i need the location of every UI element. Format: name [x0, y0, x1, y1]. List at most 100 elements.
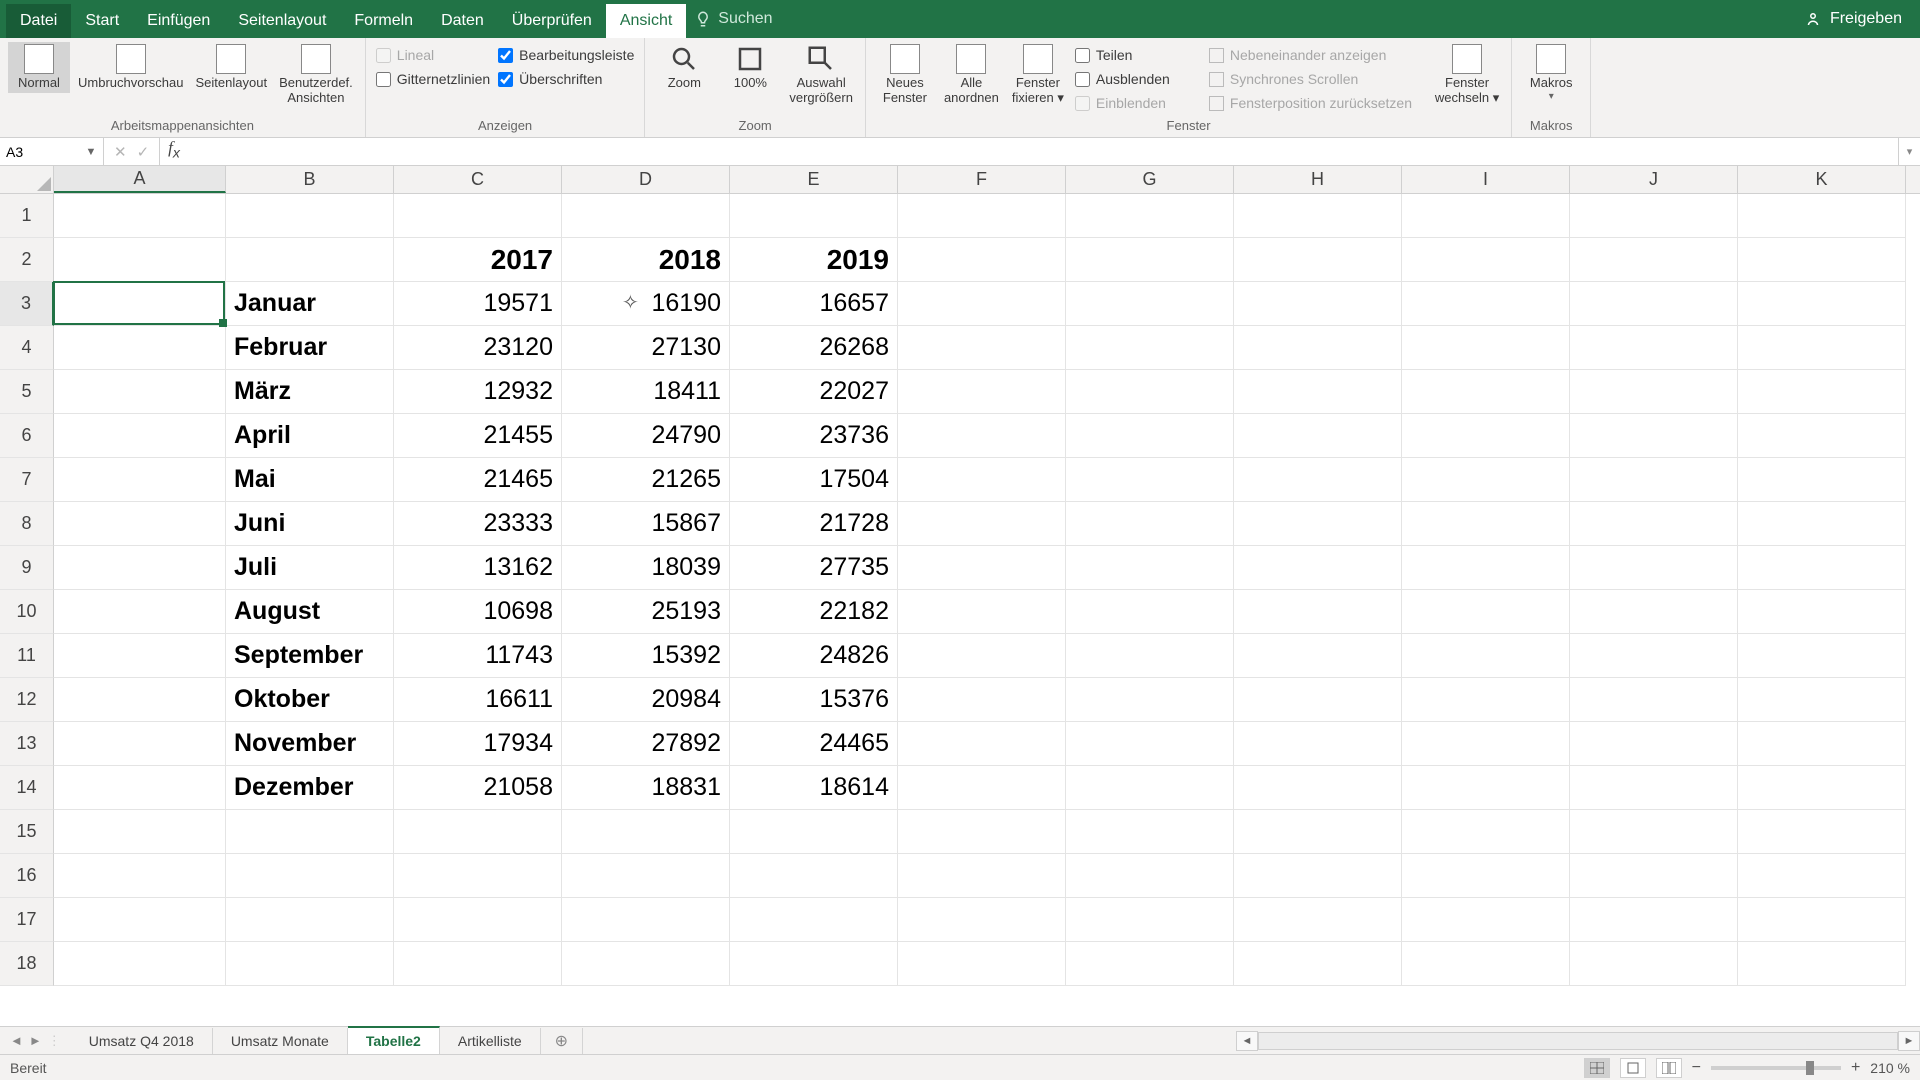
zoom-button[interactable]: Zoom	[653, 42, 715, 93]
cell-K9[interactable]	[1738, 546, 1906, 590]
cell-A4[interactable]	[54, 326, 226, 370]
sheet-tab-add[interactable]: ⊕	[541, 1028, 583, 1054]
row-header-18[interactable]: 18	[0, 942, 54, 986]
view-normal-button[interactable]: Normal	[8, 42, 70, 93]
cell-I1[interactable]	[1402, 194, 1570, 238]
cell-C15[interactable]	[394, 810, 562, 854]
cell-H17[interactable]	[1234, 898, 1402, 942]
cell-B10[interactable]: August	[226, 590, 394, 634]
cell-C10[interactable]: 10698	[394, 590, 562, 634]
cell-A5[interactable]	[54, 370, 226, 414]
macros-button[interactable]: Makros▾	[1520, 42, 1582, 104]
cell-K3[interactable]	[1738, 282, 1906, 326]
cell-H10[interactable]	[1234, 590, 1402, 634]
column-header-J[interactable]: J	[1570, 166, 1738, 193]
cell-H14[interactable]	[1234, 766, 1402, 810]
cell-K12[interactable]	[1738, 678, 1906, 722]
cell-B12[interactable]: Oktober	[226, 678, 394, 722]
cell-J17[interactable]	[1570, 898, 1738, 942]
zoom-selection-button[interactable]: Auswahl vergrößern	[785, 42, 857, 108]
share-button[interactable]: Freigeben	[1804, 10, 1902, 28]
cell-C2[interactable]: 2017	[394, 238, 562, 282]
column-header-E[interactable]: E	[730, 166, 898, 193]
cell-G15[interactable]	[1066, 810, 1234, 854]
cell-H8[interactable]	[1234, 502, 1402, 546]
cell-H15[interactable]	[1234, 810, 1402, 854]
cell-I6[interactable]	[1402, 414, 1570, 458]
cell-D14[interactable]: 18831	[562, 766, 730, 810]
cell-B17[interactable]	[226, 898, 394, 942]
cell-E7[interactable]: 17504	[730, 458, 898, 502]
row-header-1[interactable]: 1	[0, 194, 54, 238]
cell-D8[interactable]: 15867	[562, 502, 730, 546]
cell-F4[interactable]	[898, 326, 1066, 370]
switch-windows-button[interactable]: Fensterwechseln ▾	[1431, 42, 1503, 108]
zoom-slider[interactable]	[1711, 1066, 1841, 1070]
cell-A8[interactable]	[54, 502, 226, 546]
checkbox[interactable]	[1075, 72, 1090, 87]
cell-C12[interactable]: 16611	[394, 678, 562, 722]
sheet-nav-prev-icon[interactable]: ◄	[10, 1033, 23, 1048]
cell-A12[interactable]	[54, 678, 226, 722]
cell-G1[interactable]	[1066, 194, 1234, 238]
cell-H7[interactable]	[1234, 458, 1402, 502]
cell-A13[interactable]	[54, 722, 226, 766]
row-header-3[interactable]: 3	[0, 282, 54, 326]
cell-A6[interactable]	[54, 414, 226, 458]
cell-J5[interactable]	[1570, 370, 1738, 414]
cell-G3[interactable]	[1066, 282, 1234, 326]
cell-B3[interactable]: Januar	[226, 282, 394, 326]
cell-D12[interactable]: 20984	[562, 678, 730, 722]
cell-C18[interactable]	[394, 942, 562, 986]
cell-B8[interactable]: Juni	[226, 502, 394, 546]
cell-C3[interactable]: 19571	[394, 282, 562, 326]
cell-B4[interactable]: Februar	[226, 326, 394, 370]
chk-split[interactable]: Teilen	[1073, 44, 1203, 66]
cell-F9[interactable]	[898, 546, 1066, 590]
cell-B16[interactable]	[226, 854, 394, 898]
cell-A7[interactable]	[54, 458, 226, 502]
cell-F13[interactable]	[898, 722, 1066, 766]
column-header-A[interactable]: A	[54, 166, 226, 193]
scroll-track[interactable]	[1258, 1032, 1898, 1050]
cell-J16[interactable]	[1570, 854, 1738, 898]
cell-D11[interactable]: 15392	[562, 634, 730, 678]
cell-G16[interactable]	[1066, 854, 1234, 898]
cell-G7[interactable]	[1066, 458, 1234, 502]
cell-K18[interactable]	[1738, 942, 1906, 986]
cell-I10[interactable]	[1402, 590, 1570, 634]
chk-formula-bar[interactable]: Bearbeitungsleiste	[496, 44, 636, 66]
cell-G4[interactable]	[1066, 326, 1234, 370]
zoom-thumb[interactable]	[1806, 1061, 1814, 1075]
cell-E9[interactable]: 27735	[730, 546, 898, 590]
cell-D2[interactable]: 2018	[562, 238, 730, 282]
cell-E14[interactable]: 18614	[730, 766, 898, 810]
cell-J6[interactable]	[1570, 414, 1738, 458]
name-box[interactable]	[0, 138, 82, 165]
column-header-K[interactable]: K	[1738, 166, 1906, 193]
row-header-17[interactable]: 17	[0, 898, 54, 942]
chk-gridlines[interactable]: Gitternetzlinien	[374, 68, 492, 90]
cell-D10[interactable]: 25193	[562, 590, 730, 634]
cell-H16[interactable]	[1234, 854, 1402, 898]
chk-headings[interactable]: Überschriften	[496, 68, 636, 90]
cell-D6[interactable]: 24790	[562, 414, 730, 458]
column-header-I[interactable]: I	[1402, 166, 1570, 193]
checkbox[interactable]	[498, 72, 513, 87]
cell-I9[interactable]	[1402, 546, 1570, 590]
column-header-F[interactable]: F	[898, 166, 1066, 193]
cell-E5[interactable]: 22027	[730, 370, 898, 414]
formula-bar-expand-icon[interactable]: ▾	[1898, 138, 1920, 165]
tab-datei[interactable]: Datei	[6, 4, 71, 38]
cell-E13[interactable]: 24465	[730, 722, 898, 766]
cell-K14[interactable]	[1738, 766, 1906, 810]
cell-K4[interactable]	[1738, 326, 1906, 370]
checkbox[interactable]	[376, 72, 391, 87]
cell-D9[interactable]: 18039	[562, 546, 730, 590]
cell-C4[interactable]: 23120	[394, 326, 562, 370]
row-header-13[interactable]: 13	[0, 722, 54, 766]
cell-I8[interactable]	[1402, 502, 1570, 546]
cell-F7[interactable]	[898, 458, 1066, 502]
cell-A15[interactable]	[54, 810, 226, 854]
cell-I7[interactable]	[1402, 458, 1570, 502]
